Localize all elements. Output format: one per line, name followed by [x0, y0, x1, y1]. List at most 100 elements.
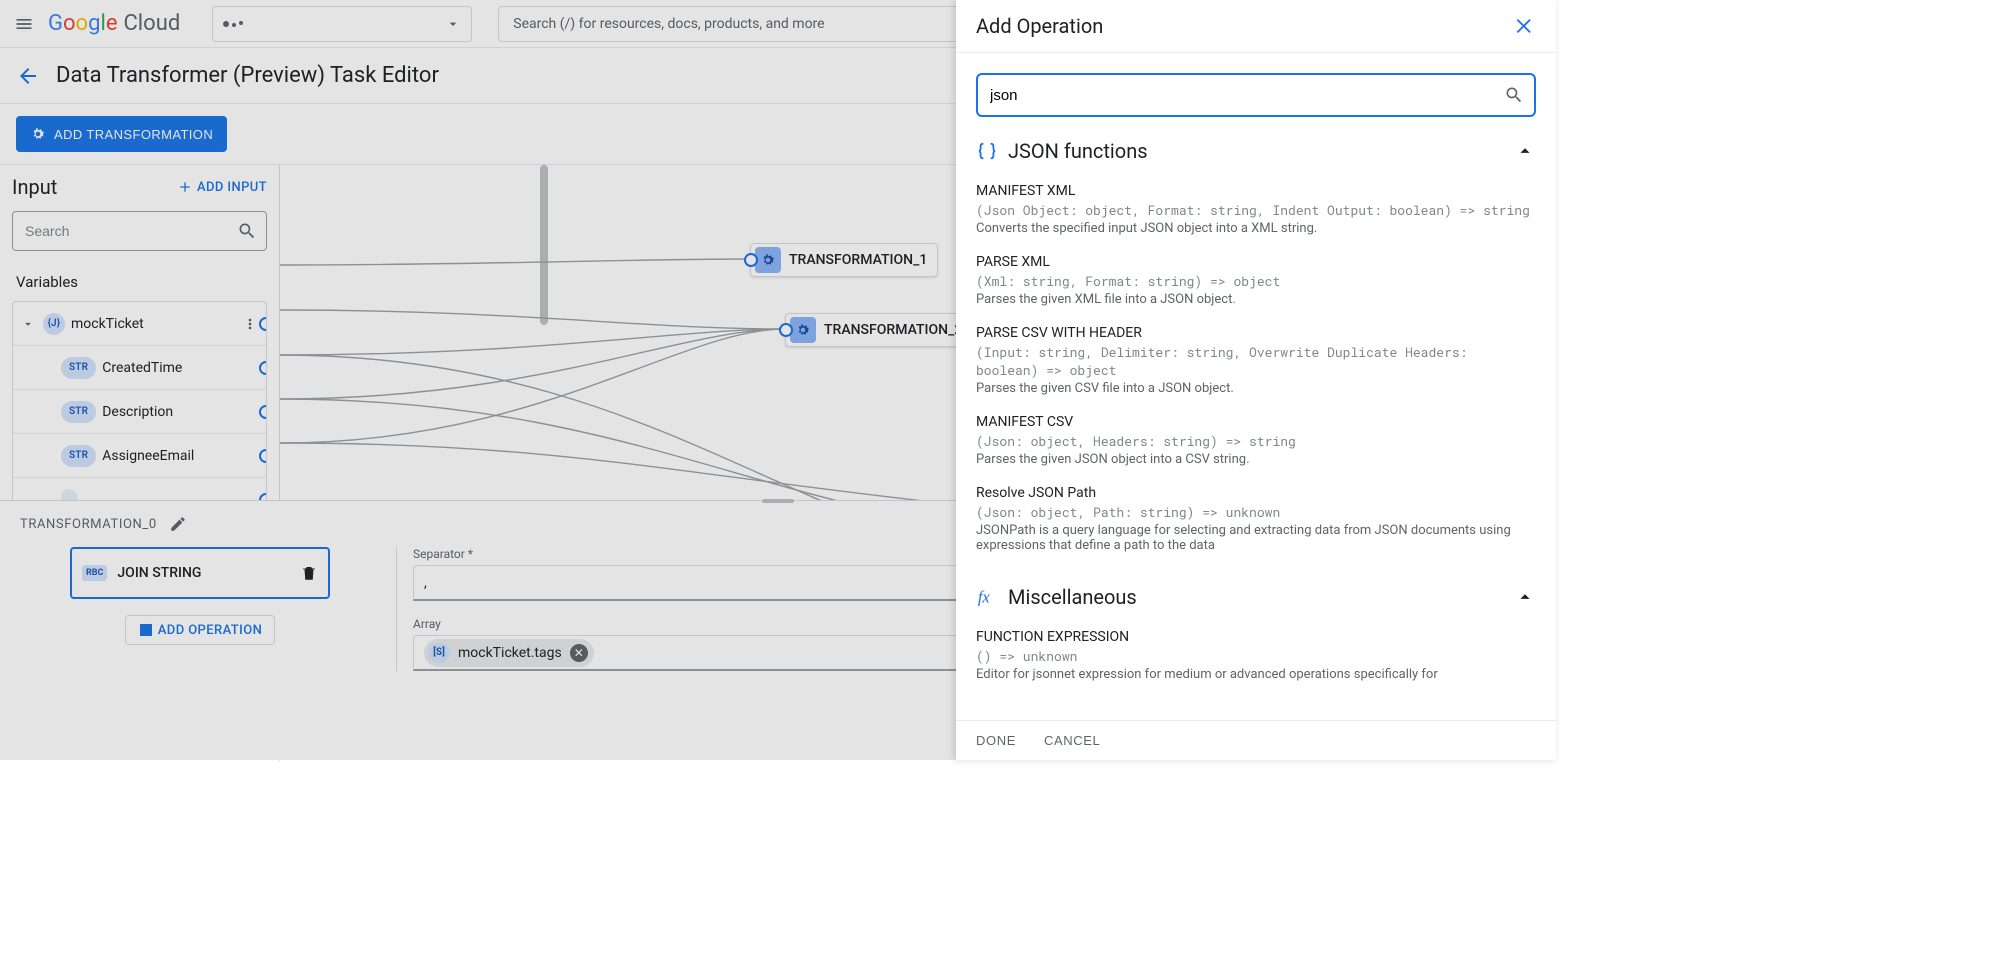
- logo-cloud-text: Cloud: [123, 11, 180, 36]
- sidebar-search-input[interactable]: [12, 211, 267, 251]
- braces-icon: [976, 140, 998, 162]
- section-json-functions: JSON functions MANIFEST XML (Json Object…: [976, 139, 1536, 563]
- add-operation-label: ADD OPERATION: [158, 623, 262, 638]
- project-icon: [223, 21, 243, 27]
- operation-card-join-string[interactable]: RBC JOIN STRING: [70, 547, 330, 599]
- func-signature: (Input: string, Delimiter: string, Overw…: [976, 343, 1536, 379]
- gear-icon: [790, 317, 816, 343]
- chevron-down-icon: [445, 16, 461, 32]
- add-transformation-label: ADD TRANSFORMATION: [54, 127, 213, 142]
- func-signature: (Json: object, Path: string) => unknown: [976, 503, 1536, 521]
- string-badge-icon: STR: [61, 357, 96, 379]
- drawer-search[interactable]: [976, 73, 1536, 117]
- func-function-expression[interactable]: FUNCTION EXPRESSION () => unknown Editor…: [976, 621, 1536, 692]
- section-header[interactable]: JSON functions: [976, 139, 1536, 163]
- menu-icon: [14, 14, 34, 34]
- operation-label: JOIN STRING: [117, 565, 290, 581]
- delete-operation-button[interactable]: [300, 564, 318, 582]
- func-name: FUNCTION EXPRESSION: [976, 629, 1536, 645]
- transformation-node-1[interactable]: TRANSFORMATION_1: [750, 243, 938, 277]
- func-manifest-csv[interactable]: MANIFEST CSV (Json: object, Headers: str…: [976, 406, 1536, 477]
- func-description: Converts the specified input JSON object…: [976, 221, 1536, 236]
- pencil-icon: [169, 515, 187, 533]
- tree-child-label: Description: [102, 404, 260, 420]
- tree-child-assigneeemail[interactable]: STR AssigneeEmail: [13, 434, 266, 478]
- trash-icon: [300, 564, 318, 582]
- google-cloud-logo[interactable]: Google Cloud: [48, 11, 180, 36]
- func-signature: (Json Object: object, Format: string, In…: [976, 201, 1536, 219]
- tree-root-mockticket[interactable]: {J} mockTicket: [13, 302, 266, 346]
- kebab-menu-button[interactable]: [240, 316, 260, 332]
- project-picker[interactable]: [212, 6, 472, 42]
- node-label: TRANSFORMATION_2: [824, 322, 962, 338]
- func-description: Parses the given JSON object into a CSV …: [976, 452, 1536, 467]
- add-transformation-button[interactable]: ADD TRANSFORMATION: [16, 116, 227, 152]
- output-port[interactable]: [259, 361, 267, 375]
- tree-root-label: mockTicket: [71, 316, 234, 332]
- page-title: Data Transformer (Preview) Task Editor: [56, 63, 439, 88]
- svg-text:fx: fx: [978, 588, 991, 607]
- string-array-badge-icon: [S]: [428, 643, 450, 663]
- func-description: JSONPath is a query language for selecti…: [976, 523, 1536, 553]
- func-resolve-json-path[interactable]: Resolve JSON Path (Json: object, Path: s…: [976, 477, 1536, 563]
- variables-tree: {J} mockTicket STR CreatedTime STR Descr…: [12, 301, 267, 523]
- func-manifest-xml[interactable]: MANIFEST XML (Json Object: object, Forma…: [976, 175, 1536, 246]
- chip-remove-button[interactable]: ✕: [570, 644, 588, 662]
- edit-button[interactable]: [169, 515, 187, 533]
- func-name: MANIFEST XML: [976, 183, 1536, 199]
- panel-drag-handle[interactable]: [762, 499, 794, 503]
- output-port[interactable]: [259, 405, 267, 419]
- plus-icon: [177, 179, 193, 195]
- plus-box-icon: [138, 622, 154, 638]
- sidebar-search[interactable]: [12, 211, 267, 251]
- back-button[interactable]: [16, 64, 40, 88]
- close-icon: [1514, 15, 1536, 37]
- section-title: JSON functions: [1008, 139, 1148, 163]
- hamburger-menu-button[interactable]: [12, 12, 36, 36]
- drawer-title: Add Operation: [976, 14, 1103, 38]
- output-port[interactable]: [259, 317, 267, 331]
- chevron-up-icon: [1514, 140, 1536, 162]
- func-parse-csv-with-header[interactable]: PARSE CSV WITH HEADER (Input: string, De…: [976, 317, 1536, 406]
- func-description: Editor for jsonnet expression for medium…: [976, 667, 1536, 682]
- tree-child-description[interactable]: STR Description: [13, 390, 266, 434]
- input-port[interactable]: [779, 323, 793, 337]
- search-icon: [1504, 85, 1524, 105]
- func-signature: () => unknown: [976, 647, 1536, 665]
- chevron-up-icon: [1514, 586, 1536, 608]
- separator-value: ,: [424, 575, 427, 591]
- gear-icon: [755, 247, 781, 273]
- tree-child-label: CreatedTime: [102, 360, 260, 376]
- cancel-button[interactable]: CANCEL: [1044, 733, 1100, 748]
- add-input-button[interactable]: ADD INPUT: [177, 179, 267, 195]
- bottom-panel-title: TRANSFORMATION_0: [20, 517, 157, 532]
- logo-google-text: Google: [48, 11, 117, 36]
- func-name: PARSE CSV WITH HEADER: [976, 325, 1536, 341]
- func-description: Parses the given XML file into a JSON ob…: [976, 292, 1536, 307]
- section-miscellaneous: fx Miscellaneous FUNCTION EXPRESSION () …: [976, 585, 1536, 692]
- arrow-left-icon: [16, 64, 40, 88]
- func-name: Resolve JSON Path: [976, 485, 1536, 501]
- done-button[interactable]: DONE: [976, 733, 1016, 748]
- add-operation-drawer: Add Operation JSON functions MANIFE: [956, 0, 1556, 760]
- add-input-label: ADD INPUT: [197, 180, 267, 195]
- sidebar-title: Input: [12, 175, 57, 199]
- section-header[interactable]: fx Miscellaneous: [976, 585, 1536, 609]
- transformation-node-2[interactable]: TRANSFORMATION_2: [785, 313, 973, 347]
- func-description: Parses the given CSV file into a JSON ob…: [976, 381, 1536, 396]
- string-badge-icon: STR: [61, 401, 96, 423]
- func-name: MANIFEST CSV: [976, 414, 1536, 430]
- chevron-down-icon: [19, 317, 37, 331]
- search-placeholder-text: Search (/) for resources, docs, products…: [513, 16, 824, 32]
- drawer-close-button[interactable]: [1514, 15, 1536, 37]
- drawer-search-input[interactable]: [976, 73, 1536, 117]
- tree-child-createdtime[interactable]: STR CreatedTime: [13, 346, 266, 390]
- func-parse-xml[interactable]: PARSE XML (Xml: string, Format: string) …: [976, 246, 1536, 317]
- func-signature: (Xml: string, Format: string) => object: [976, 272, 1536, 290]
- section-title: Miscellaneous: [1008, 585, 1137, 609]
- func-signature: (Json: object, Headers: string) => strin…: [976, 432, 1536, 450]
- array-chip[interactable]: [S] mockTicket.tags ✕: [424, 639, 594, 667]
- add-operation-button[interactable]: ADD OPERATION: [125, 615, 275, 645]
- input-port[interactable]: [744, 253, 758, 267]
- output-port[interactable]: [259, 449, 267, 463]
